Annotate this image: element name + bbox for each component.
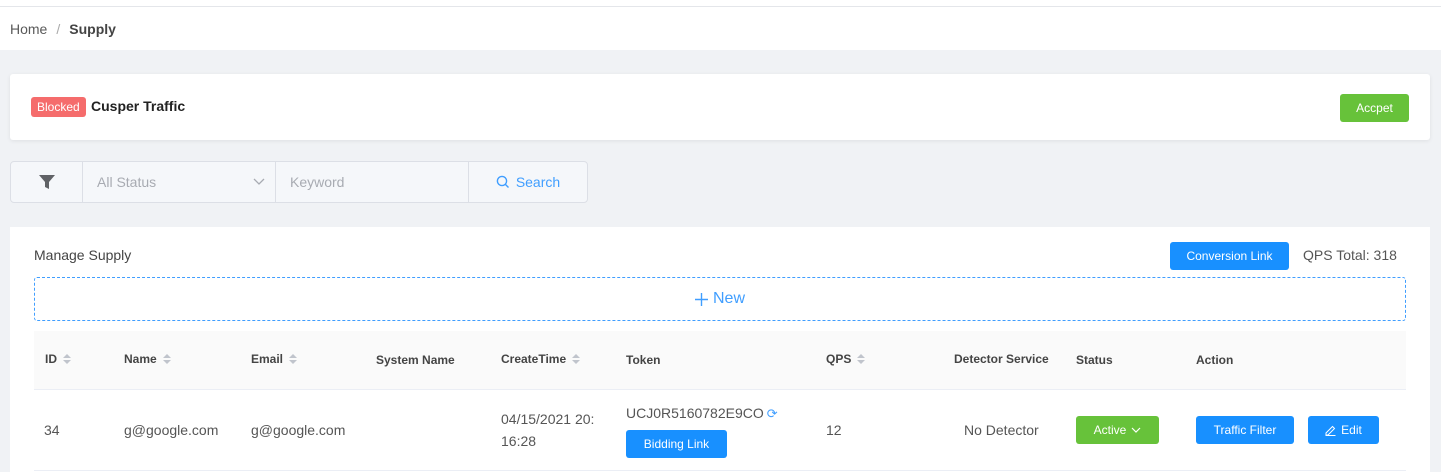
search-button[interactable]: Search: [469, 162, 587, 202]
column-detector-label: Detector Service: [954, 352, 1049, 366]
edit-label: Edit: [1341, 423, 1362, 437]
column-detector-service: Detector Service: [954, 352, 1049, 366]
plus-icon: [694, 292, 708, 306]
column-create-time-label: CreateTime: [501, 352, 567, 366]
sort-icon[interactable]: [289, 354, 298, 364]
manage-supply-title: Manage Supply: [34, 247, 132, 263]
sort-icon[interactable]: [162, 354, 171, 364]
traffic-filter-button[interactable]: Traffic Filter: [1196, 416, 1294, 444]
supply-title: Cusper Traffic: [91, 98, 186, 114]
blocked-badge: Blocked: [31, 97, 86, 117]
column-create-time[interactable]: CreateTime: [501, 352, 581, 366]
manage-supply-panel: Manage Supply Conversion Link QPS Total:…: [10, 227, 1430, 472]
status-dropdown[interactable]: Active: [1076, 416, 1159, 444]
filter-bar: All Status Search: [10, 161, 588, 203]
supply-info-card: Blocked Cusper Traffic Accpet: [10, 74, 1430, 140]
column-action-label: Action: [1196, 353, 1234, 367]
column-qps[interactable]: QPS: [826, 352, 866, 366]
keyword-input[interactable]: [276, 162, 469, 202]
token-value: UCJ0R5160782E9CO: [626, 405, 764, 421]
filter-icon[interactable]: [11, 162, 83, 202]
cell-detector: No Detector: [964, 422, 1039, 438]
sort-icon[interactable]: [572, 354, 581, 364]
cell-email: g@google.com: [251, 422, 346, 438]
edit-icon: [1325, 425, 1336, 436]
breadcrumb-home[interactable]: Home: [10, 21, 47, 37]
column-id-label: ID: [45, 352, 57, 366]
qps-total: QPS Total: 318: [1303, 247, 1397, 263]
column-name-label: Name: [124, 352, 157, 366]
column-status: Status: [1076, 353, 1113, 367]
column-status-label: Status: [1076, 353, 1113, 367]
cell-create-time-date: 04/15/2021 20:: [501, 411, 595, 427]
column-system-name: System Name: [376, 353, 455, 367]
column-email-label: Email: [251, 352, 284, 366]
search-icon: [496, 175, 509, 188]
column-action: Action: [1196, 353, 1233, 367]
chevron-down-icon: [253, 178, 265, 185]
breadcrumb-current: Supply: [69, 20, 116, 37]
cell-token: UCJ0R5160782E9CO ⟳: [626, 405, 778, 422]
search-button-label: Search: [515, 174, 561, 190]
sort-icon[interactable]: [857, 354, 866, 364]
cell-name: g@google.com: [124, 422, 219, 438]
column-name[interactable]: Name: [124, 352, 171, 366]
accept-button[interactable]: Accpet: [1340, 94, 1409, 122]
status-select[interactable]: All Status: [83, 162, 276, 202]
edit-button[interactable]: Edit: [1308, 416, 1379, 444]
status-label: Active: [1093, 423, 1127, 437]
cell-qps: 12: [826, 422, 842, 438]
refresh-icon[interactable]: ⟳: [767, 406, 778, 421]
conversion-link-button[interactable]: Conversion Link: [1170, 242, 1289, 270]
new-button-label: New: [712, 290, 745, 307]
bidding-link-button[interactable]: Bidding Link: [626, 430, 727, 458]
cell-id: 34: [44, 422, 60, 438]
column-system-name-label: System Name: [376, 353, 455, 367]
breadcrumb-separator: /: [56, 20, 61, 37]
column-token-label: Token: [626, 353, 661, 367]
new-supply-button[interactable]: New: [34, 277, 1406, 321]
column-qps-label: QPS: [826, 352, 852, 366]
cell-create-time-time: 16:28: [501, 433, 537, 449]
column-email[interactable]: Email: [251, 352, 298, 366]
status-select-placeholder: All Status: [97, 174, 157, 190]
breadcrumb: Home / Supply: [0, 7, 1441, 50]
table-header: ID Name Email System Name CreateTime Tok…: [34, 331, 1406, 390]
top-bar: [0, 0, 1441, 7]
sort-icon[interactable]: [63, 354, 71, 364]
chevron-down-icon: [1131, 427, 1141, 433]
table-row: 34 g@google.com g@google.com 04/15/2021 …: [34, 390, 1406, 471]
column-id[interactable]: ID: [45, 352, 71, 366]
column-token: Token: [626, 353, 660, 367]
